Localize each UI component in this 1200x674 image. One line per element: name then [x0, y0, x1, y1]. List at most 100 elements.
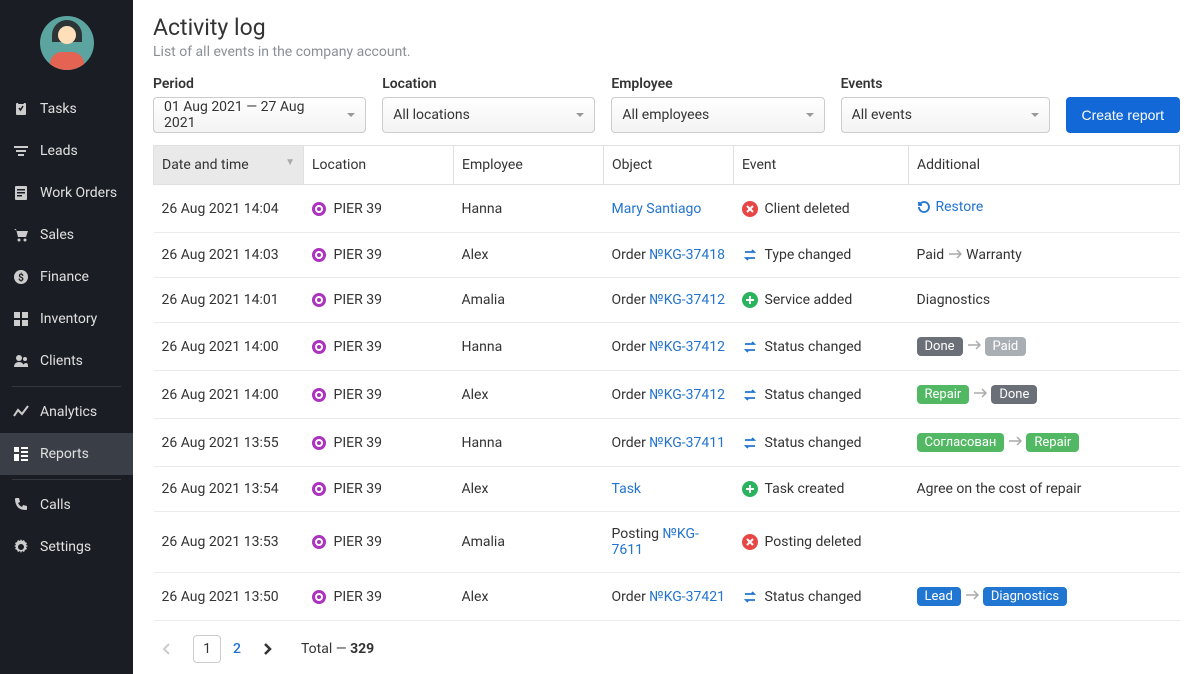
- object-link[interactable]: №KG-37412: [649, 339, 725, 355]
- object-link[interactable]: №KG-37418: [649, 247, 725, 263]
- cell-datetime: 26 Aug 2021 14:00: [154, 323, 304, 371]
- page-title: Activity log: [153, 14, 1180, 41]
- th-additional[interactable]: Additional: [909, 146, 1180, 185]
- sidebar-item-finance[interactable]: $ Finance: [0, 256, 133, 298]
- add-icon: [742, 292, 758, 308]
- sidebar-item-label: Finance: [40, 269, 89, 285]
- add-icon: [742, 481, 758, 497]
- phone-icon: [12, 496, 30, 514]
- cell-event: Task created: [734, 467, 909, 512]
- boxes-icon: [12, 310, 30, 328]
- location-dot-icon: [312, 202, 326, 216]
- delete-icon: [742, 534, 758, 550]
- cart-icon: [12, 226, 30, 244]
- status-badge: Repair: [917, 385, 970, 404]
- cell-datetime: 26 Aug 2021 13:55: [154, 419, 304, 467]
- cell-additional: DonePaid: [909, 323, 1180, 371]
- filter-employee-label: Employee: [611, 76, 824, 92]
- status-badge: Согласован: [917, 433, 1005, 452]
- cell-additional: [909, 512, 1180, 573]
- filter-period: Period 01 Aug 2021 — 27 Aug 2021: [153, 76, 366, 133]
- period-select[interactable]: 01 Aug 2021 — 27 Aug 2021: [153, 97, 366, 133]
- dollar-icon: $: [12, 268, 30, 286]
- sidebar-item-analytics[interactable]: Analytics: [0, 391, 133, 433]
- location-select[interactable]: All locations: [382, 97, 595, 133]
- cell-event: Status changed: [734, 323, 909, 371]
- th-object[interactable]: Object: [604, 146, 734, 185]
- change-icon: [742, 435, 758, 451]
- sidebar-item-calls[interactable]: Calls: [0, 484, 133, 526]
- filter-events-label: Events: [841, 76, 1050, 92]
- cell-event: Client deleted: [734, 185, 909, 233]
- avatar[interactable]: [40, 16, 94, 70]
- prev-page-button[interactable]: [153, 635, 181, 663]
- object-link[interactable]: №KG-37412: [649, 387, 725, 403]
- cell-additional: LeadDiagnostics: [909, 573, 1180, 621]
- status-badge: Diagnostics: [983, 587, 1067, 606]
- filter-location-label: Location: [382, 76, 595, 92]
- employee-select[interactable]: All employees: [611, 97, 824, 133]
- create-report-button[interactable]: Create report: [1066, 97, 1180, 133]
- cell-object: Order №KG-37421: [604, 573, 734, 621]
- table-row: 26 Aug 2021 13:54PIER 39AlexTaskTask cre…: [154, 467, 1180, 512]
- table-row: 26 Aug 2021 14:00PIER 39HannaOrder №KG-3…: [154, 323, 1180, 371]
- cell-employee: Alex: [454, 371, 604, 419]
- sidebar-item-label: Analytics: [40, 404, 97, 420]
- object-link[interactable]: №KG-37421: [649, 589, 725, 605]
- cell-employee: Alex: [454, 467, 604, 512]
- arrow-right-icon: [1008, 436, 1022, 446]
- sidebar-item-inventory[interactable]: Inventory: [0, 298, 133, 340]
- th-datetime[interactable]: Date and time▼: [154, 146, 304, 185]
- sidebar-item-work-orders[interactable]: Work Orders: [0, 172, 133, 214]
- activity-table: Date and time▼ Location Employee Object …: [153, 145, 1180, 621]
- cell-object: Task: [604, 467, 734, 512]
- sidebar: Tasks LeadsWork OrdersSales $ Finance Invent…: [0, 0, 133, 674]
- cell-object: Posting №KG-7611: [604, 512, 734, 573]
- th-location[interactable]: Location: [304, 146, 454, 185]
- sidebar-item-clients[interactable]: Clients: [0, 340, 133, 382]
- th-event[interactable]: Event: [734, 146, 909, 185]
- sidebar-item-tasks[interactable]: Tasks: [0, 88, 133, 130]
- cell-datetime: 26 Aug 2021 13:53: [154, 512, 304, 573]
- sidebar-item-label: Tasks: [40, 101, 77, 117]
- chart-icon: [12, 403, 30, 421]
- cell-event: Status changed: [734, 573, 909, 621]
- cell-location: PIER 39: [304, 573, 454, 621]
- object-link[interactable]: №KG-37411: [649, 435, 725, 451]
- location-dot-icon: [312, 436, 326, 450]
- location-dot-icon: [312, 388, 326, 402]
- cell-location: PIER 39: [304, 233, 454, 278]
- table-row: 26 Aug 2021 13:55PIER 39HannaOrder №KG-3…: [154, 419, 1180, 467]
- sidebar-item-leads[interactable]: Leads: [0, 130, 133, 172]
- filter-bar: Period 01 Aug 2021 — 27 Aug 2021 Locatio…: [153, 76, 1180, 133]
- pagination: 1 2 Total — 329: [153, 621, 1180, 674]
- status-badge: Done: [991, 385, 1037, 404]
- change-icon: [742, 387, 758, 403]
- object-link[interactable]: №KG-37412: [649, 292, 725, 308]
- sidebar-item-sales[interactable]: Sales: [0, 214, 133, 256]
- sidebar-item-label: Reports: [40, 446, 89, 462]
- table-row: 26 Aug 2021 14:00PIER 39AlexOrder №KG-37…: [154, 371, 1180, 419]
- sidebar-item-settings[interactable]: Settings: [0, 526, 133, 568]
- cell-additional: Согласован Repair: [909, 419, 1180, 467]
- cell-additional: Diagnostics: [909, 278, 1180, 323]
- sidebar-item-reports[interactable]: Reports: [0, 433, 133, 475]
- next-page-button[interactable]: [253, 635, 281, 663]
- location-dot-icon: [312, 248, 326, 262]
- th-employee[interactable]: Employee: [454, 146, 604, 185]
- change-icon: [742, 589, 758, 605]
- restore-link[interactable]: Restore: [917, 199, 984, 215]
- sidebar-item-label: Settings: [40, 539, 91, 555]
- object-link[interactable]: Task: [612, 481, 642, 497]
- status-badge: Repair: [1026, 433, 1079, 452]
- cell-event: Status changed: [734, 371, 909, 419]
- page-1-button[interactable]: 1: [193, 635, 221, 663]
- page-2-link[interactable]: 2: [233, 641, 241, 657]
- main-content: Activity log List of all events in the c…: [133, 0, 1200, 674]
- change-icon: [742, 247, 758, 263]
- arrow-right-icon: [965, 590, 979, 600]
- filter-period-label: Period: [153, 76, 366, 92]
- table-row: 26 Aug 2021 14:04PIER 39HannaMary Santia…: [154, 185, 1180, 233]
- object-link[interactable]: Mary Santiago: [612, 201, 702, 217]
- events-select[interactable]: All events: [841, 97, 1050, 133]
